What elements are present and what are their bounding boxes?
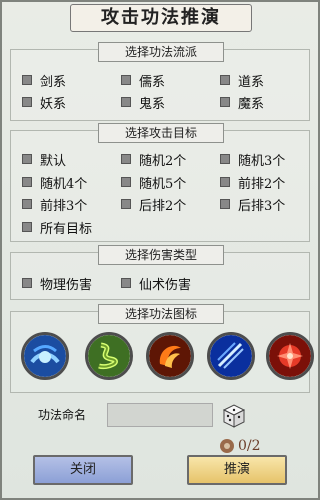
- target-option-9-checkbox[interactable]: [220, 199, 230, 209]
- school-option-5[interactable]: 鬼系: [121, 94, 166, 112]
- dice-icon[interactable]: [220, 402, 248, 430]
- target-option-2-checkbox[interactable]: [121, 154, 131, 164]
- school-option-5-label: 鬼系: [139, 96, 166, 112]
- blue-slash-icon[interactable]: [207, 332, 255, 380]
- target-option-3-checkbox[interactable]: [220, 154, 230, 164]
- target-option-10-label: 所有目标: [40, 221, 93, 237]
- damage-option-2-checkbox[interactable]: [121, 278, 131, 288]
- damage-option-1-checkbox[interactable]: [22, 278, 32, 288]
- target-option-7-label: 前排3个: [40, 198, 88, 214]
- serpent-icon[interactable]: [85, 332, 133, 380]
- school-option-1-label: 剑系: [40, 74, 67, 90]
- target-option-4[interactable]: 随机4个: [22, 174, 88, 192]
- school-option-5-checkbox[interactable]: [121, 97, 131, 107]
- target-option-9-label: 后排3个: [238, 198, 286, 214]
- school-option-6-label: 魔系: [238, 96, 265, 112]
- target-option-1[interactable]: 默认: [22, 151, 67, 169]
- damage-option-2[interactable]: 仙术伤害: [121, 275, 192, 293]
- target-option-8-label: 后排2个: [139, 198, 187, 214]
- school-option-6[interactable]: 魔系: [220, 94, 265, 112]
- target-option-4-label: 随机4个: [40, 176, 88, 192]
- damage-option-1[interactable]: 物理伤害: [22, 275, 93, 293]
- target-option-6[interactable]: 前排2个: [220, 174, 286, 192]
- damage-option-1-label: 物理伤害: [40, 277, 93, 293]
- school-option-4-label: 妖系: [40, 96, 67, 112]
- school-option-3[interactable]: 道系: [220, 72, 265, 90]
- school-option-1-checkbox[interactable]: [22, 75, 32, 85]
- target-option-5[interactable]: 随机5个: [121, 174, 187, 192]
- school-option-2-label: 儒系: [139, 74, 166, 90]
- close-button[interactable]: 关闭: [33, 455, 133, 485]
- red-flower-icon[interactable]: [266, 332, 314, 380]
- skill-name-input[interactable]: [107, 403, 213, 427]
- target-option-1-label: 默认: [40, 153, 67, 169]
- target-option-6-checkbox[interactable]: [220, 177, 230, 187]
- target-option-2-label: 随机2个: [139, 153, 187, 169]
- target-option-6-label: 前排2个: [238, 176, 286, 192]
- target-option-10[interactable]: 所有目标: [22, 219, 93, 237]
- flame-claw-icon[interactable]: [146, 332, 194, 380]
- target-option-9[interactable]: 后排3个: [220, 196, 286, 214]
- school-option-4[interactable]: 妖系: [22, 94, 67, 112]
- school-option-4-checkbox[interactable]: [22, 97, 32, 107]
- water-vortex-icon[interactable]: [21, 332, 69, 380]
- school-option-2[interactable]: 儒系: [121, 72, 166, 90]
- target-option-2[interactable]: 随机2个: [121, 151, 187, 169]
- target-option-1-checkbox[interactable]: [22, 154, 32, 164]
- attempt-count: 0/2: [238, 438, 261, 454]
- school-option-2-checkbox[interactable]: [121, 75, 131, 85]
- target-option-7[interactable]: 前排3个: [22, 196, 88, 214]
- target-option-4-checkbox[interactable]: [22, 177, 32, 187]
- panel-title: 攻击功法推演: [70, 4, 252, 32]
- target-option-5-label: 随机5个: [139, 176, 187, 192]
- school-option-1[interactable]: 剑系: [22, 72, 67, 90]
- school-option-6-checkbox[interactable]: [220, 97, 230, 107]
- token-icon: [220, 439, 234, 453]
- confirm-button[interactable]: 推演: [187, 455, 287, 485]
- target-option-5-checkbox[interactable]: [121, 177, 131, 187]
- attempt-counter: 0/2: [218, 437, 261, 455]
- school-option-3-label: 道系: [238, 74, 265, 90]
- damage-option-2-label: 仙术伤害: [139, 277, 192, 293]
- target-option-8[interactable]: 后排2个: [121, 196, 187, 214]
- target-option-3[interactable]: 随机3个: [220, 151, 286, 169]
- school-option-3-checkbox[interactable]: [220, 75, 230, 85]
- target-option-7-checkbox[interactable]: [22, 199, 32, 209]
- target-header: 选择攻击目标: [98, 123, 224, 143]
- target-option-3-label: 随机3个: [238, 153, 286, 169]
- target-option-10-checkbox[interactable]: [22, 222, 32, 232]
- skill-name-label: 功法命名: [38, 408, 87, 422]
- damage-header: 选择伤害类型: [98, 245, 224, 265]
- school-header: 选择功法流派: [98, 42, 224, 62]
- target-option-8-checkbox[interactable]: [121, 199, 131, 209]
- icon-header: 选择功法图标: [98, 304, 224, 324]
